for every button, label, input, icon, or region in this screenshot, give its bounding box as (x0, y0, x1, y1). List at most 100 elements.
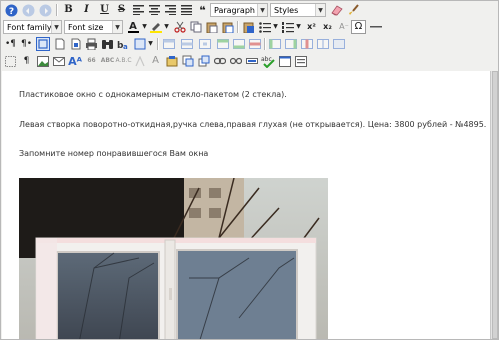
blockquote-button[interactable]: ❝ (195, 2, 210, 18)
window-photo[interactable] (19, 178, 328, 339)
bullet-list-button[interactable] (257, 19, 272, 35)
numbered-list-dropdown[interactable]: ▼ (295, 19, 302, 35)
paste-text-icon (222, 22, 233, 33)
separator (56, 4, 58, 16)
align-right-icon (165, 5, 176, 15)
deletion-button[interactable]: A.B.C (115, 53, 131, 69)
acronym-button[interactable]: ABC (100, 53, 115, 69)
paste-word-button[interactable] (241, 19, 256, 35)
clipboard-icon (206, 22, 217, 33)
styles-select[interactable]: Styles ▼ (270, 3, 326, 17)
bullet-list-dropdown[interactable]: ▼ (272, 19, 279, 35)
cut-button[interactable] (172, 19, 187, 35)
abbreviation-button[interactable]: Aᴬ (67, 53, 83, 69)
superscript-button[interactable]: x² (304, 19, 319, 35)
absolute-button[interactable] (180, 53, 195, 69)
align-justify-button[interactable] (179, 2, 194, 18)
code-button[interactable] (293, 53, 308, 69)
highlight-dropdown[interactable]: ▼ (163, 19, 170, 35)
ltr-button[interactable]: •¶ (3, 36, 18, 52)
rich-text-editor: ? B I U S ❝ Paragraph ▼ Styles ▼ Font fa… (0, 0, 499, 340)
find-button[interactable] (100, 36, 115, 52)
split-cells-button[interactable] (315, 36, 330, 52)
redo-button[interactable] (37, 2, 53, 18)
fullscreen-button[interactable] (36, 37, 50, 51)
visual-aid-button[interactable] (3, 53, 18, 69)
horizontal-rule-button[interactable] (368, 19, 383, 35)
new-document-button[interactable] (52, 36, 67, 52)
eraser-button[interactable] (329, 2, 344, 18)
subscript-button[interactable]: x₂ (320, 19, 335, 35)
insert-col-before-button[interactable] (267, 36, 282, 52)
pilcrow-rtl-icon: ¶• (20, 38, 33, 49)
spellcheck-button[interactable]: abc (260, 53, 276, 69)
chevron-down-icon: ▼ (273, 23, 278, 30)
merge-cells-button[interactable] (331, 36, 346, 52)
cite-button[interactable]: 66 (84, 53, 99, 69)
scrollbar-thumb[interactable] (492, 71, 498, 339)
link-button[interactable] (212, 53, 227, 69)
show-blocks-button[interactable]: ¶ (19, 53, 34, 69)
attributes-button[interactable]: A (148, 53, 163, 69)
separator (264, 38, 266, 50)
move-forward-button[interactable] (196, 53, 211, 69)
scissors-icon (173, 21, 186, 33)
highlight-button[interactable] (149, 19, 163, 35)
insert-layer-dropdown[interactable]: ▼ (147, 36, 154, 52)
absolute-icon (182, 55, 193, 67)
chevron-down-icon: ▼ (142, 23, 147, 30)
paste-text-button[interactable] (220, 19, 235, 35)
print-button[interactable] (84, 36, 99, 52)
row-props-button[interactable] (179, 36, 194, 52)
paste-button[interactable] (204, 19, 219, 35)
underline-button[interactable]: U (97, 2, 112, 18)
vertical-scrollbar[interactable] (490, 71, 498, 339)
font-size-select[interactable]: Font size ▼ (64, 20, 123, 34)
numbered-list-button[interactable] (280, 19, 295, 35)
chevron-down-icon: ▼ (148, 40, 153, 47)
unlink-button[interactable] (228, 53, 243, 69)
cell-props-button[interactable] (197, 36, 212, 52)
remove-format-button[interactable]: A⁻ (337, 19, 351, 35)
insert-col-after-button[interactable] (283, 36, 298, 52)
insert-layer-button[interactable] (132, 36, 147, 52)
chevron-down-icon: ▼ (164, 23, 169, 30)
undo-button[interactable] (20, 2, 36, 18)
content-line-3: Запомните номер понравившегося Вам окна (19, 149, 209, 158)
italic-button[interactable]: I (79, 2, 94, 18)
code-icon (294, 55, 307, 67)
chevron-down-icon: ▼ (257, 4, 267, 16)
copy-button[interactable] (188, 19, 203, 35)
insert-image-button[interactable] (35, 53, 50, 69)
insert-row-after-button[interactable] (231, 36, 246, 52)
editor-content-area[interactable]: Пластиковое окно с однокамерным стекло-п… (2, 71, 490, 339)
insertion-button[interactable] (132, 53, 147, 69)
font-family-select[interactable]: Font family ▼ (3, 20, 62, 34)
table-button[interactable] (161, 36, 176, 52)
delete-col-button[interactable] (299, 36, 314, 52)
numbered-list-icon (281, 21, 294, 33)
help-button[interactable]: ? (3, 2, 19, 18)
template-insert-button[interactable] (164, 53, 179, 69)
paintbrush-button[interactable] (346, 2, 361, 18)
format-select[interactable]: Paragraph ▼ (210, 3, 268, 17)
delete-row-button[interactable] (247, 36, 262, 52)
font-color-button[interactable]: A (125, 19, 141, 35)
insert-media-button[interactable] (51, 53, 66, 69)
strikethrough-button[interactable]: S (114, 2, 129, 18)
replace-button[interactable]: ba (116, 36, 131, 52)
align-center-button[interactable] (147, 2, 162, 18)
preview-button[interactable] (277, 53, 292, 69)
align-right-button[interactable] (163, 2, 178, 18)
insert-row-before-button[interactable] (215, 36, 230, 52)
align-left-button[interactable] (131, 2, 146, 18)
special-char-button[interactable]: Ω (351, 20, 366, 34)
replace-icon: ba (117, 41, 128, 50)
rtl-button[interactable]: ¶• (19, 36, 34, 52)
template-button[interactable] (68, 36, 83, 52)
font-color-dropdown[interactable]: ▼ (141, 19, 148, 35)
anchor-button[interactable] (244, 53, 259, 69)
bold-button[interactable]: B (61, 2, 76, 18)
merge-cells-icon (332, 39, 345, 49)
paintbrush-icon (349, 4, 359, 15)
